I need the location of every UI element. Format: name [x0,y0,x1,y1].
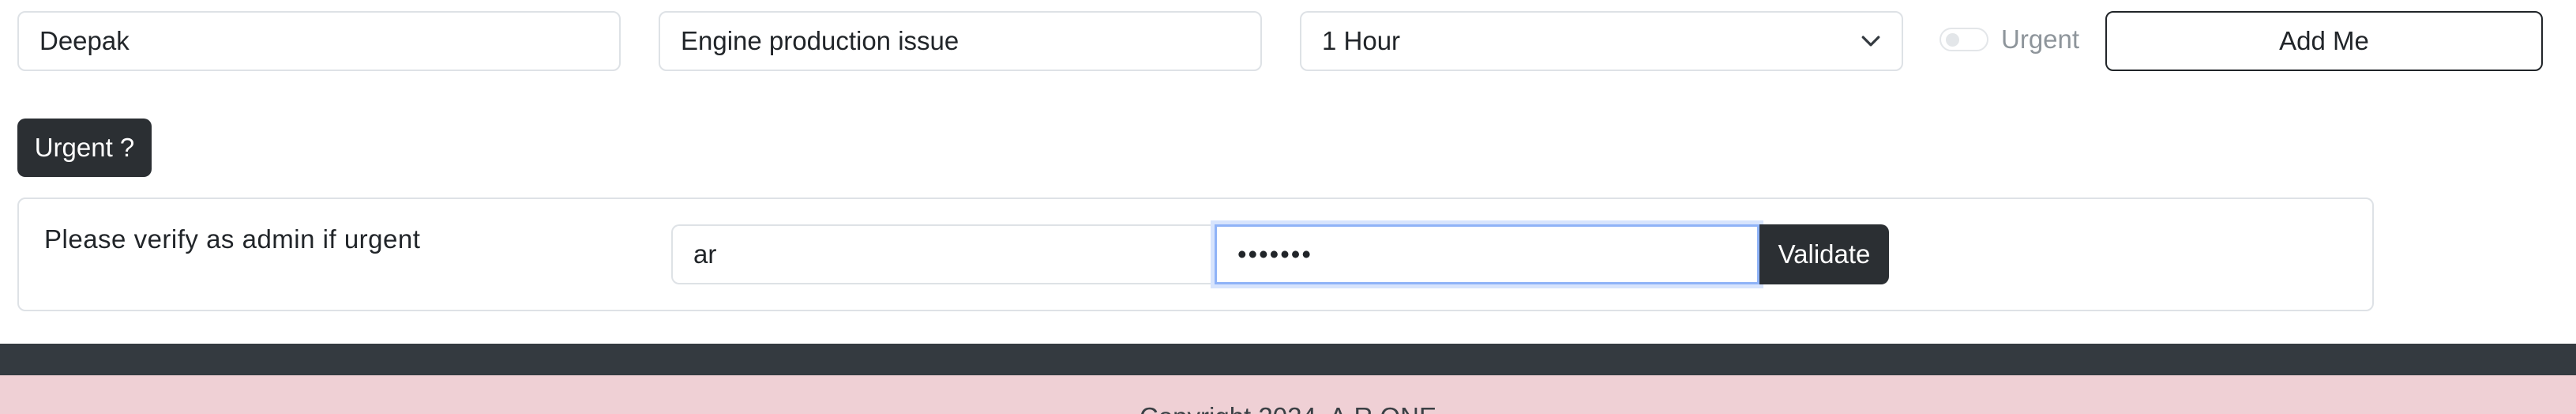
duration-select[interactable]: 1 Hour [1300,11,1903,71]
urgent-switch[interactable] [1940,28,1988,51]
name-input-value: Deepak [39,26,130,55]
footer: Copyright 2024, A.R.ONE [0,375,2576,414]
verify-label: Please verify as admin if urgent [44,224,421,254]
copyright-text: Copyright 2024, A.R.ONE [0,402,2576,414]
chevron-down-icon [1861,36,1880,47]
urgent-toggle-button[interactable]: Urgent ? [17,119,152,177]
issue-input-value: Engine production issue [681,26,959,55]
admin-password-input[interactable]: ••••••• [1215,224,1759,284]
admin-username-value: ar [693,239,717,269]
issue-input[interactable]: Engine production issue [659,11,1262,71]
duration-select-value: 1 Hour [1322,26,1401,55]
urgent-switch-knob [1946,33,1959,47]
name-input[interactable]: Deepak [17,11,621,71]
validate-button[interactable]: Validate [1759,224,1889,284]
add-me-button[interactable]: Add Me [2105,11,2543,71]
admin-password-value: ••••••• [1237,239,1312,269]
urgent-switch-label: Urgent [2001,24,2080,54]
admin-username-input[interactable]: ar [671,224,1216,284]
footer-dark-bar [0,344,2576,375]
